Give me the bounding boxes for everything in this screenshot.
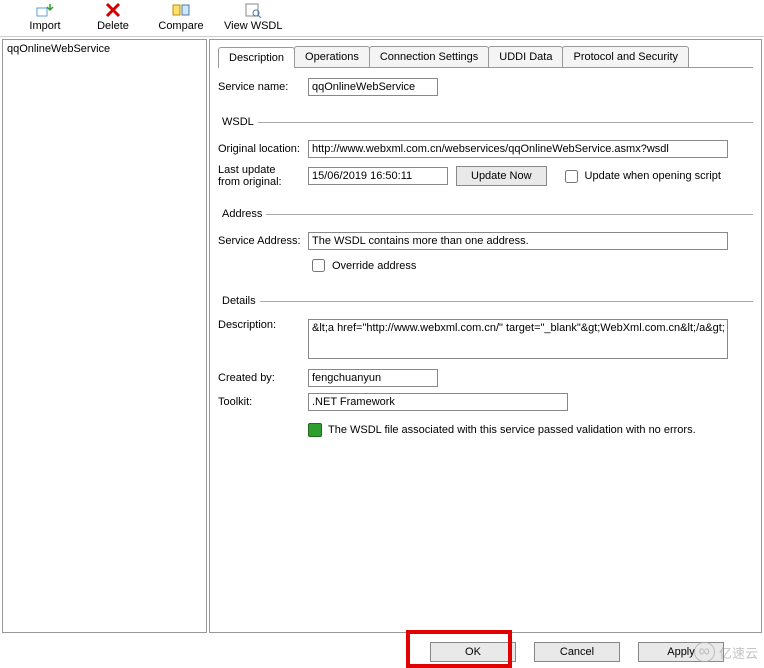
service-address-label: Service Address: <box>218 235 308 247</box>
import-icon <box>35 2 55 18</box>
address-group: Address Service Address: Override addres… <box>218 208 753 281</box>
details-legend: Details <box>218 295 260 307</box>
last-update-label: Last update from original: <box>218 164 308 188</box>
update-now-button[interactable]: Update Now <box>456 166 547 186</box>
service-name-input[interactable] <box>308 78 438 96</box>
update-open-checkbox[interactable]: Update when opening script <box>561 167 721 186</box>
toolkit-label: Toolkit: <box>218 396 308 408</box>
toolbar-delete[interactable]: Delete <box>88 2 138 32</box>
check-icon <box>308 423 322 437</box>
details-panel: Description Operations Connection Settin… <box>209 39 762 633</box>
tabs: Description Operations Connection Settin… <box>218 46 753 68</box>
tab-operations[interactable]: Operations <box>294 46 370 67</box>
override-label: Override address <box>332 260 416 272</box>
delete-icon <box>103 2 123 18</box>
orig-loc-label: Original location: <box>218 143 308 155</box>
toolbar-import-label: Import <box>29 20 60 32</box>
watermark-icon: ∞ <box>694 642 715 662</box>
description-textbox[interactable]: &lt;a href="http://www.webxml.com.cn/" t… <box>308 319 728 359</box>
update-open-checkbox-input[interactable] <box>565 170 578 183</box>
compare-icon <box>171 2 191 18</box>
orig-loc-input[interactable] <box>308 140 728 158</box>
status-message: The WSDL file associated with this servi… <box>328 424 696 436</box>
view-wsdl-icon <box>243 2 263 18</box>
validation-status: The WSDL file associated with this servi… <box>308 423 753 437</box>
address-legend: Address <box>218 208 266 220</box>
toolbar-view-wsdl-label: View WSDL <box>224 20 282 32</box>
tab-protocol[interactable]: Protocol and Security <box>562 46 689 67</box>
toolbar-delete-label: Delete <box>97 20 129 32</box>
toolbar-import[interactable]: Import <box>20 2 70 32</box>
update-open-label: Update when opening script <box>585 170 721 182</box>
tab-uddi[interactable]: UDDI Data <box>488 46 563 67</box>
description-label: Description: <box>218 319 308 331</box>
service-tree[interactable]: qqOnlineWebService <box>2 39 207 633</box>
toolbar-compare[interactable]: Compare <box>156 2 206 32</box>
service-name-label: Service name: <box>218 81 308 93</box>
watermark-text: 亿速云 <box>719 643 758 662</box>
watermark: ∞ 亿速云 <box>694 642 758 662</box>
ok-button[interactable]: OK <box>430 642 516 662</box>
toolbar-view-wsdl[interactable]: View WSDL <box>224 2 282 32</box>
override-checkbox[interactable]: Override address <box>308 256 416 275</box>
toolbar: Import Delete Compare View WSDL <box>0 0 764 37</box>
created-by-input[interactable] <box>308 369 438 387</box>
created-by-label: Created by: <box>218 372 308 384</box>
service-address-input[interactable] <box>308 232 728 250</box>
override-checkbox-input[interactable] <box>312 259 325 272</box>
details-group: Details Description: &lt;a href="http://… <box>218 295 753 437</box>
toolbar-compare-label: Compare <box>158 20 203 32</box>
tab-description[interactable]: Description <box>218 47 295 68</box>
tree-item[interactable]: qqOnlineWebService <box>5 42 204 56</box>
last-update-input[interactable] <box>308 167 448 185</box>
cancel-button[interactable]: Cancel <box>534 642 620 662</box>
wsdl-legend: WSDL <box>218 116 258 128</box>
wsdl-group: WSDL Original location: Last update from… <box>218 116 753 194</box>
dialog-buttons: OK Cancel Apply <box>430 642 724 662</box>
toolkit-input[interactable] <box>308 393 568 411</box>
tab-connection[interactable]: Connection Settings <box>369 46 489 67</box>
